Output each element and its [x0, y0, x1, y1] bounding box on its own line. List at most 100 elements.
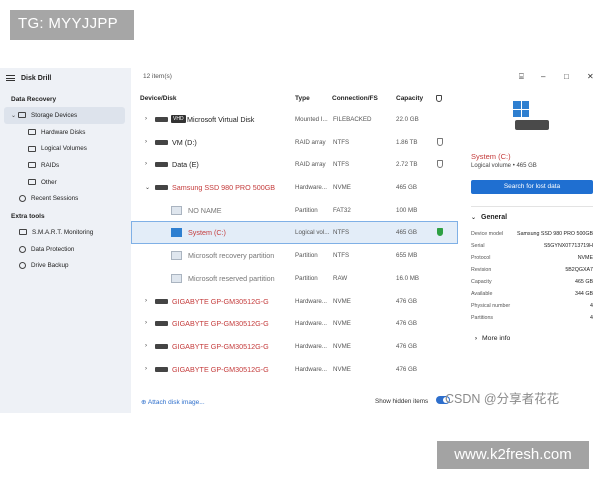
shield-icon [19, 245, 26, 253]
column-connection[interactable]: Connection/FS [332, 95, 378, 102]
app-header: Disk Drill [0, 68, 131, 88]
chevron-right-icon[interactable]: › [145, 116, 147, 122]
chevron-right-icon[interactable]: › [145, 298, 147, 304]
chevron-right-icon[interactable]: › [145, 343, 147, 349]
device-type: Partition [295, 252, 318, 260]
app-title: Disk Drill [21, 74, 52, 82]
sidebar-item-data-protection[interactable]: Data Protection [0, 241, 131, 258]
monitor-icon [19, 229, 27, 236]
minimize-icon[interactable]: – [541, 72, 545, 81]
device-capacity: 16.0 MB [396, 274, 420, 282]
sidebar-item-label: Hardware Disks [41, 128, 86, 136]
windows-volume-icon [171, 228, 182, 238]
chevron-down-icon[interactable]: ⌄ [11, 112, 16, 119]
device-list-panel: 12 item(s) Device/Disk Type Connection/F… [131, 68, 458, 413]
device-name: Microsoft Virtual Disk [187, 115, 255, 124]
shield-icon[interactable] [437, 160, 443, 169]
table-row[interactable]: › GIGABYTE GP-GM30512G-G Hardware... NVM… [131, 290, 458, 313]
column-device[interactable]: Device/Disk [140, 95, 177, 102]
device-capacity: 465 GB [396, 184, 417, 192]
sidebar-item-hardware-disks[interactable]: Hardware Disks [0, 124, 131, 141]
device-type: RAID array [295, 161, 326, 169]
device-name: Samsung SSD 980 PRO 500GB [172, 183, 276, 193]
table-row[interactable]: Microsoft recovery partition Partition N… [131, 244, 458, 267]
table-row[interactable]: › Data (E) RAID array NTFS 2.72 TB [131, 153, 458, 176]
sidebar-item-recent-sessions[interactable]: Recent Sessions [0, 190, 131, 207]
table-row[interactable]: › GIGABYTE GP-GM30512G-G Hardware... NVM… [131, 335, 458, 358]
section-data-recovery: Data Recovery [11, 96, 57, 103]
column-type[interactable]: Type [295, 95, 310, 102]
device-connection: FILEBACKED [333, 116, 372, 123]
device-connection: FAT32 [333, 206, 351, 214]
partition-icon [171, 251, 182, 261]
table-row[interactable]: NO NAME Partition FAT32 100 MB [131, 199, 458, 222]
disk-icon [155, 321, 168, 327]
table-row[interactable]: ⌄ Samsung SSD 980 PRO 500GB Hardware... … [131, 176, 458, 199]
other-icon [28, 179, 36, 186]
device-connection: NVME [333, 297, 351, 305]
chevron-right-icon[interactable]: › [145, 366, 147, 372]
chevron-right-icon: › [475, 336, 477, 342]
table-row[interactable]: › VHD Microsoft Virtual Disk Mounted I..… [131, 108, 458, 131]
maximize-icon[interactable]: □ [564, 72, 569, 81]
detail-row-available: Available 344 GB [471, 291, 593, 303]
detail-key: Available [471, 291, 493, 297]
site-watermark: www.k2fresh.com [437, 441, 589, 469]
book-icon[interactable]: ⌸ [519, 72, 524, 82]
menu-icon[interactable] [6, 74, 15, 82]
disk-icon [155, 185, 168, 191]
table-row[interactable]: Microsoft reserved partition Partition R… [131, 267, 458, 290]
search-lost-data-button[interactable]: Search for lost data [471, 180, 593, 194]
show-hidden-label: Show hidden items [375, 398, 429, 405]
device-capacity: 22.0 GB [396, 116, 419, 123]
sidebar-item-other[interactable]: Other [0, 174, 131, 191]
device-illustration-icon [513, 101, 549, 133]
sidebar-item-drive-backup[interactable]: Drive Backup [0, 258, 131, 275]
sidebar-item-logical-volumes[interactable]: Logical Volumes [0, 140, 131, 157]
device-connection: NTFS [333, 138, 350, 146]
disk-icon [155, 117, 168, 122]
chevron-right-icon[interactable]: › [145, 139, 147, 145]
general-label: General [481, 214, 508, 221]
device-capacity: 100 MB [396, 206, 418, 214]
device-name: NO NAME [188, 205, 222, 215]
vhd-badge: VHD [171, 115, 186, 123]
detail-value: 4 [590, 315, 593, 321]
close-icon[interactable]: ✕ [587, 72, 594, 81]
device-name: Microsoft recovery partition [188, 251, 275, 261]
general-section-toggle[interactable]: ⌄ General [471, 214, 507, 221]
device-connection: NVME [333, 184, 351, 192]
device-connection: NTFS [333, 252, 350, 260]
chevron-right-icon[interactable]: › [145, 320, 147, 326]
chevron-right-icon[interactable]: › [145, 161, 147, 167]
section-extra-tools: Extra tools [11, 213, 45, 221]
shield-icon[interactable] [437, 137, 443, 146]
sidebar-item-storage-devices[interactable]: ⌄ Storage Devices [4, 107, 125, 124]
device-name: Data (E) [172, 160, 199, 170]
table-row[interactable]: › GIGABYTE GP-GM30512G-G Hardware... NVM… [131, 358, 458, 381]
detail-row-device-model: Device model Samsung SSD 980 PRO 500GB [471, 231, 593, 243]
sidebar-item-label: S.M.A.R.T. Monitoring [32, 228, 94, 236]
detail-value: 5B2QGXA7 [565, 267, 593, 273]
table-row-selected[interactable]: System (C:) Logical vol... NTFS 465 GB [131, 221, 458, 245]
table-row[interactable]: › GIGABYTE GP-GM30512G-G Hardware... NVM… [131, 312, 458, 335]
chevron-down-icon[interactable]: ⌄ [145, 184, 150, 191]
detail-value: 4 [590, 303, 593, 309]
detail-key: Partitions [471, 315, 494, 321]
device-name: VM (D:) [172, 137, 197, 147]
table-row[interactable]: › VM (D:) RAID array NTFS 1.86 TB [131, 131, 458, 154]
device-connection: RAW [333, 274, 348, 282]
column-capacity[interactable]: Capacity [396, 95, 423, 102]
attach-disk-image-link[interactable]: ⊕ Attach disk image... [141, 398, 205, 406]
disk-icon [155, 162, 168, 168]
detail-value: S5GYNX0T713719H [543, 243, 593, 249]
device-connection: NVME [333, 342, 351, 350]
more-info-toggle[interactable]: › More info [475, 335, 510, 342]
device-type: Partition [295, 206, 318, 214]
sidebar-item-smart-monitoring[interactable]: S.M.A.R.T. Monitoring [0, 224, 131, 241]
partition-icon [171, 205, 182, 215]
detail-value: NVME [577, 255, 593, 261]
protected-shield-icon[interactable] [437, 228, 443, 237]
sidebar-item-raids[interactable]: RAIDs [0, 157, 131, 174]
device-name: GIGABYTE GP-GM30512G-G [172, 341, 269, 351]
